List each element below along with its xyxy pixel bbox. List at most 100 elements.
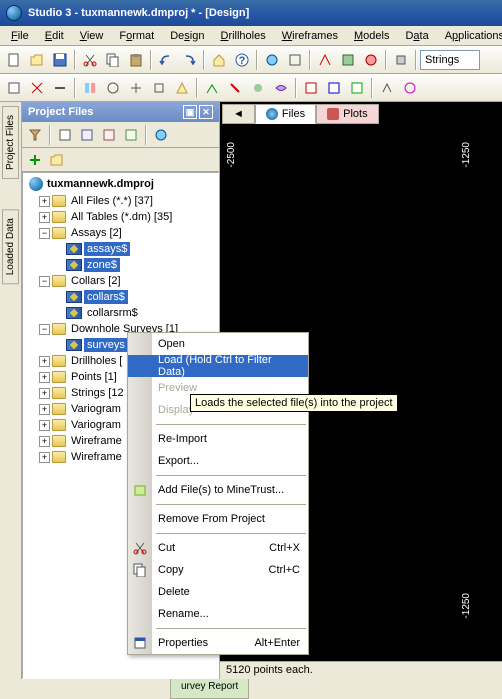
- t2-j[interactable]: [224, 77, 246, 99]
- cm-export[interactable]: Export...: [128, 450, 308, 472]
- t2-q[interactable]: [399, 77, 421, 99]
- panel-close-icon[interactable]: ✕: [199, 105, 213, 119]
- bottom-tab-survey[interactable]: urvey Report: [170, 679, 249, 699]
- menu-file[interactable]: File: [4, 28, 36, 44]
- pt2-folder[interactable]: [47, 150, 67, 170]
- t2-e[interactable]: [102, 77, 124, 99]
- pt2-add[interactable]: [25, 150, 45, 170]
- folder-icon: [52, 435, 66, 447]
- t2-b[interactable]: [26, 77, 48, 99]
- t2-k[interactable]: [247, 77, 269, 99]
- cut-button[interactable]: [79, 49, 101, 71]
- panel-header: Project Files ▣ ✕: [22, 102, 219, 122]
- pt-a[interactable]: [55, 125, 75, 145]
- panel-pin-icon[interactable]: ▣: [183, 105, 197, 119]
- tree-item-assays[interactable]: −Assays [2]: [39, 225, 216, 241]
- expand-icon[interactable]: +: [39, 196, 50, 207]
- t2-p[interactable]: [376, 77, 398, 99]
- tree-item-assays-2[interactable]: zone$: [53, 257, 216, 273]
- cm-addfiles[interactable]: Add File(s) to MineTrust...: [128, 479, 308, 501]
- expand-icon[interactable]: +: [39, 436, 50, 447]
- window-title: Studio 3 - tuxmannewk.dmproj * - [Design…: [28, 7, 249, 19]
- viewport-tab-plots[interactable]: Plots: [316, 104, 378, 124]
- collapse-icon[interactable]: −: [39, 276, 50, 287]
- tool-a[interactable]: [261, 49, 283, 71]
- pt-filter[interactable]: [25, 125, 45, 145]
- cm-cut[interactable]: CutCtrl+X: [128, 537, 308, 559]
- pt-e[interactable]: [151, 125, 171, 145]
- tool-f[interactable]: [390, 49, 412, 71]
- new-button[interactable]: [3, 49, 25, 71]
- toolbar-input[interactable]: [420, 50, 480, 70]
- t2-a[interactable]: [3, 77, 25, 99]
- t2-g[interactable]: [148, 77, 170, 99]
- folder-icon: [52, 211, 66, 223]
- menu-drillholes[interactable]: Drillholes: [213, 28, 272, 44]
- paste-button[interactable]: [125, 49, 147, 71]
- menu-view[interactable]: View: [73, 28, 111, 44]
- copy-button[interactable]: [102, 49, 124, 71]
- menu-format[interactable]: Format: [112, 28, 161, 44]
- menu-models[interactable]: Models: [347, 28, 396, 44]
- viewport-tab-files[interactable]: Files: [255, 104, 316, 124]
- tool-c[interactable]: [314, 49, 336, 71]
- sidebar-tab-loaded-data[interactable]: Loaded Data: [2, 209, 19, 284]
- context-menu: Open Load (Hold Ctrl to Filter Data) Pre…: [127, 332, 309, 655]
- tree-item-assays-1[interactable]: assays$: [53, 241, 216, 257]
- t2-d[interactable]: [79, 77, 101, 99]
- menu-edit[interactable]: Edit: [38, 28, 71, 44]
- folder-icon: [52, 227, 66, 239]
- tree-item-collars[interactable]: −Collars [2]: [39, 273, 216, 289]
- expand-icon[interactable]: +: [39, 372, 50, 383]
- collapse-icon[interactable]: −: [39, 324, 50, 335]
- tree-item-all-tables[interactable]: +All Tables (*.dm) [35]: [39, 209, 216, 225]
- open-button[interactable]: [26, 49, 48, 71]
- collapse-icon[interactable]: −: [39, 228, 50, 239]
- expand-icon[interactable]: +: [39, 212, 50, 223]
- cm-properties[interactable]: PropertiesAlt+Enter: [128, 632, 308, 654]
- tree-item-collars-1[interactable]: collars$: [53, 289, 216, 305]
- expand-icon[interactable]: +: [39, 388, 50, 399]
- t2-i[interactable]: [201, 77, 223, 99]
- tree-item-collars-2[interactable]: collarsrm$: [53, 305, 216, 321]
- pt-d[interactable]: [121, 125, 141, 145]
- help-button[interactable]: ?: [231, 49, 253, 71]
- t2-n[interactable]: [323, 77, 345, 99]
- cm-open[interactable]: Open: [128, 333, 308, 355]
- t2-l[interactable]: [270, 77, 292, 99]
- cm-delete[interactable]: Delete: [128, 581, 308, 603]
- tool-e[interactable]: [360, 49, 382, 71]
- cm-remove[interactable]: Remove From Project: [128, 508, 308, 530]
- tool-d[interactable]: [337, 49, 359, 71]
- redo-button[interactable]: [178, 49, 200, 71]
- menu-applications[interactable]: Applications: [438, 28, 502, 44]
- t2-o[interactable]: [346, 77, 368, 99]
- save-button[interactable]: [49, 49, 71, 71]
- t2-m[interactable]: [300, 77, 322, 99]
- menu-bar: File Edit View Format Design Drillholes …: [0, 26, 502, 46]
- t2-c[interactable]: [49, 77, 71, 99]
- viewport-nav-left[interactable]: ◄: [222, 104, 255, 124]
- menu-design[interactable]: Design: [163, 28, 211, 44]
- tree-item-all-files[interactable]: +All Files (*.*) [37]: [39, 193, 216, 209]
- t2-h[interactable]: [171, 77, 193, 99]
- menu-wireframes[interactable]: Wireframes: [275, 28, 345, 44]
- t2-f[interactable]: [125, 77, 147, 99]
- cm-load[interactable]: Load (Hold Ctrl to Filter Data): [128, 355, 308, 377]
- home-button[interactable]: [208, 49, 230, 71]
- sidebar-tab-project-files[interactable]: Project Files: [2, 106, 19, 179]
- menu-data[interactable]: Data: [398, 28, 435, 44]
- pt-b[interactable]: [77, 125, 97, 145]
- pt-c[interactable]: [99, 125, 119, 145]
- tool-b[interactable]: [284, 49, 306, 71]
- expand-icon[interactable]: +: [39, 356, 50, 367]
- expand-icon[interactable]: +: [39, 420, 50, 431]
- cm-copy[interactable]: CopyCtrl+C: [128, 559, 308, 581]
- cm-rename[interactable]: Rename...: [128, 603, 308, 625]
- expand-icon[interactable]: +: [39, 404, 50, 415]
- status-text: 5120 points each.: [226, 664, 313, 676]
- tree-root[interactable]: tuxmannewk.dmproj: [25, 175, 216, 193]
- expand-icon[interactable]: +: [39, 452, 50, 463]
- undo-button[interactable]: [155, 49, 177, 71]
- cm-reimport[interactable]: Re-Import: [128, 428, 308, 450]
